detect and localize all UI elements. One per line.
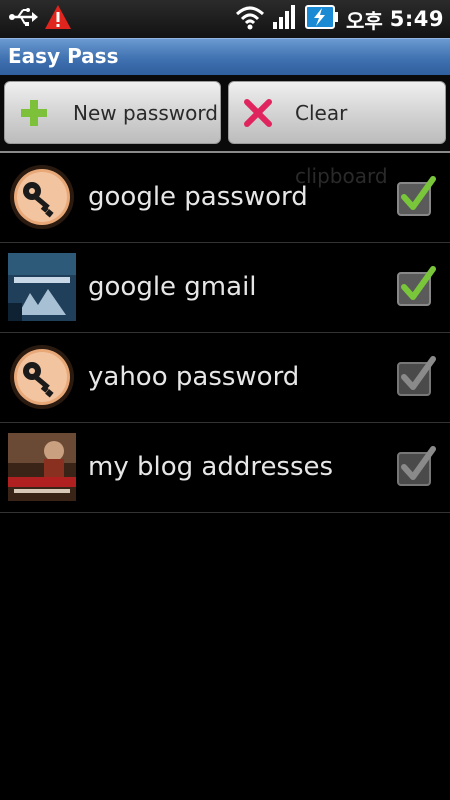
entry-label: google gmail	[88, 272, 257, 302]
status-bar: 오후 5:49	[0, 0, 450, 38]
usb-icon	[8, 5, 38, 33]
entry-label: my blog addresses	[88, 452, 334, 482]
plus-icon	[19, 98, 49, 128]
list-item[interactable]: google gmail	[0, 243, 450, 333]
list-item[interactable]: my blog addresses	[0, 423, 450, 513]
new-password-button[interactable]: New password	[4, 81, 221, 144]
status-time: 5:49	[389, 7, 444, 31]
wifi-icon	[235, 4, 265, 34]
screen: 오후 5:49 Easy Pass New password Clear cli…	[0, 0, 450, 800]
checkbox-unchecked[interactable]	[396, 353, 436, 397]
app-title: Easy Pass	[8, 44, 119, 68]
button-bar: New password Clear clipboard	[0, 75, 450, 188]
photo-thumbnail	[8, 253, 76, 321]
entry-label: yahoo password	[88, 362, 300, 392]
new-password-label: New password	[73, 101, 218, 125]
checkbox-checked[interactable]	[396, 173, 436, 217]
checkbox-unchecked[interactable]	[396, 443, 436, 487]
entry-label: google password	[88, 182, 308, 212]
signal-icon	[272, 4, 298, 34]
list-item[interactable]: yahoo password	[0, 333, 450, 423]
key-icon	[8, 343, 76, 411]
title-bar: Easy Pass	[0, 38, 450, 76]
photo-thumbnail	[8, 433, 76, 501]
checkbox-checked[interactable]	[396, 263, 436, 307]
x-icon	[243, 98, 273, 128]
clear-clipboard-label: Clear clipboard	[295, 101, 388, 188]
list-item[interactable]: google password	[0, 153, 450, 243]
password-list: google password google gmail yahoo passw…	[0, 153, 450, 513]
clear-clipboard-button[interactable]: Clear clipboard	[228, 81, 446, 188]
key-icon	[8, 163, 76, 231]
warning-icon	[44, 4, 72, 34]
battery-charging-icon	[304, 4, 339, 34]
status-ampm: 오후	[345, 8, 383, 33]
